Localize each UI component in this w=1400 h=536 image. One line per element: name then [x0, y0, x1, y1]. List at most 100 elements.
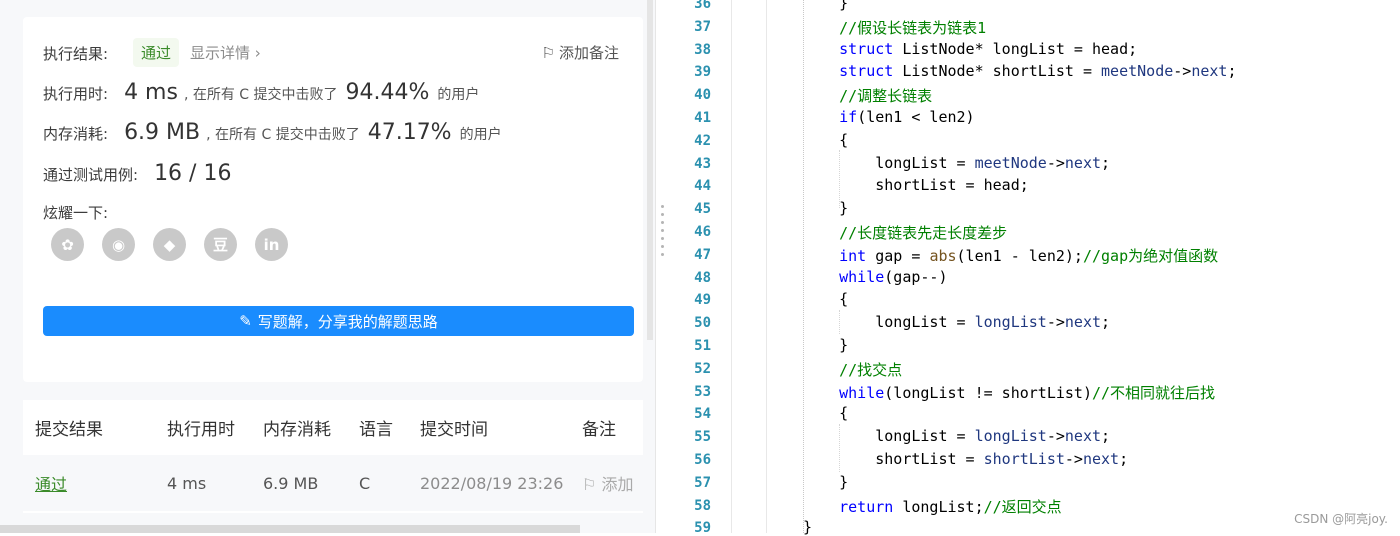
panel-scrollbar[interactable]	[647, 0, 653, 340]
line-number: 48	[694, 269, 711, 286]
grip-dot	[661, 229, 664, 232]
runtime-users: 的用户	[437, 87, 480, 103]
row-language: C	[359, 473, 371, 493]
write-solution-button[interactable]: ✎ 写题解，分享我的解题思路	[43, 306, 634, 336]
line-number: 36	[694, 0, 711, 12]
code-line[interactable]: {	[803, 290, 848, 308]
code-line[interactable]: return longList;//返回交点	[803, 496, 1062, 517]
col-runtime: 执行用时	[167, 420, 235, 440]
grip-dot	[661, 253, 664, 256]
runtime-percent: 94.44%	[345, 80, 430, 105]
douban-icon[interactable]: 豆	[204, 228, 237, 261]
exec-result-label: 执行结果:	[43, 45, 109, 63]
grip-dot	[661, 205, 664, 208]
memory-beat-text: , 在所有 C 提交中击败了	[206, 127, 360, 143]
grip-dot	[661, 245, 664, 248]
code-line[interactable]: struct ListNode* longList = head;	[803, 40, 1137, 58]
line-number: 45	[694, 201, 711, 218]
line-number: 43	[694, 155, 711, 172]
line-number: 59	[694, 520, 711, 536]
code-line[interactable]: longList = longList->next;	[803, 427, 1110, 445]
code-line[interactable]: //假设长链表为链表1	[803, 17, 986, 38]
code-line[interactable]: {	[803, 131, 848, 149]
line-number: 58	[694, 497, 711, 514]
add-note-button[interactable]: ⚐ 添加备注	[542, 42, 619, 63]
add-note-label: 添加备注	[558, 44, 619, 62]
row-memory: 6.9 MB	[263, 473, 319, 493]
line-number: 44	[694, 178, 711, 195]
row-status[interactable]: 通过	[35, 471, 67, 495]
qq-icon[interactable]: ◆	[153, 228, 186, 261]
memory-value: 6.9 MB	[124, 120, 201, 145]
col-note: 备注	[582, 420, 616, 440]
code-line[interactable]: //长度链表先走长度差步	[803, 222, 1007, 243]
line-number: 42	[694, 132, 711, 149]
linkedin-icon[interactable]: in	[255, 228, 288, 261]
flag-icon: ⚐	[582, 475, 602, 494]
grip-dot	[661, 221, 664, 224]
panel-splitter[interactable]	[655, 0, 670, 533]
col-memory: 内存消耗	[263, 420, 331, 440]
weibo-icon[interactable]: ◉	[102, 228, 135, 261]
line-number: 39	[694, 64, 711, 81]
code-line[interactable]: struct ListNode* shortList = meetNode->n…	[803, 62, 1236, 80]
share-buttons: ✿ ◉ ◆ 豆 in	[51, 228, 288, 261]
col-result: 提交结果	[35, 420, 103, 440]
horizontal-scrollbar[interactable]	[0, 525, 580, 533]
code-line[interactable]: {	[803, 404, 848, 422]
code-line[interactable]: //调整长链表	[803, 85, 932, 106]
col-language: 语言	[359, 420, 393, 440]
runtime-value: 4 ms	[124, 80, 178, 105]
watermark: CSDN @阿亮joy.	[1294, 512, 1388, 526]
code-line[interactable]: while(gap--)	[803, 268, 947, 286]
row-add-note-label: 添加	[601, 475, 634, 494]
code-line[interactable]: }	[803, 199, 848, 217]
memory-percent: 47.17%	[367, 120, 452, 145]
code-line[interactable]: }	[803, 518, 812, 536]
row-runtime: 4 ms	[167, 473, 207, 493]
status-badge: 通过	[133, 38, 180, 67]
code-line[interactable]: if(len1 < len2)	[803, 108, 974, 126]
code-line[interactable]: }	[803, 473, 848, 491]
line-number: 49	[694, 292, 711, 309]
memory-users: 的用户	[459, 127, 502, 143]
line-number: 38	[694, 41, 711, 58]
code-line[interactable]: }	[803, 0, 848, 12]
share-label: 炫耀一下:	[43, 204, 109, 222]
code-line[interactable]: int gap = abs(len1 - len2);//gap为绝对值函数	[803, 245, 1218, 266]
runtime-row: 执行用时: 4 ms , 在所有 C 提交中击败了 94.44% 的用户	[43, 80, 479, 105]
grip-dot	[661, 213, 664, 216]
line-number: 40	[694, 87, 711, 104]
code-line[interactable]: longList = longList->next;	[803, 313, 1110, 331]
tests-row: 通过测试用例: 16 / 16	[43, 161, 237, 186]
table-header: 提交结果 执行用时 内存消耗 语言 提交时间 备注	[23, 400, 643, 455]
result-card: 执行结果: 通过 显示详情 › ⚐ 添加备注 执行用时: 4 ms , 在所有 …	[23, 17, 643, 382]
pencil-icon: ✎	[239, 312, 252, 330]
write-solution-label: 写题解，分享我的解题思路	[257, 312, 438, 331]
code-line[interactable]: while(longList != shortList)//不相同就往后找	[803, 382, 1215, 403]
code-line[interactable]: longList = meetNode->next;	[803, 154, 1110, 172]
code-line[interactable]: shortList = shortList->next;	[803, 450, 1128, 468]
table-row[interactable]: 通过 4 ms 6.9 MB C 2022/08/19 23:26 ⚐ 添加	[23, 455, 643, 511]
fold-margin	[732, 0, 767, 533]
wechat-icon[interactable]: ✿	[51, 228, 84, 261]
show-details-link[interactable]: 显示详情 ›	[190, 42, 261, 63]
code-line[interactable]: shortList = head;	[803, 176, 1029, 194]
code-line[interactable]: }	[803, 336, 848, 354]
grip-dot	[661, 237, 664, 240]
line-number: 55	[694, 429, 711, 446]
line-number: 46	[694, 224, 711, 240]
line-number: 47	[694, 246, 711, 263]
flag-icon: ⚐	[541, 43, 555, 62]
tests-label: 通过测试用例:	[43, 166, 139, 184]
runtime-beat-text: , 在所有 C 提交中击败了	[183, 87, 338, 103]
row-add-note[interactable]: ⚐ 添加	[582, 471, 642, 495]
memory-label: 内存消耗:	[43, 125, 109, 143]
line-number: 37	[694, 18, 711, 35]
line-number: 50	[694, 315, 711, 332]
runtime-label: 执行用时:	[43, 85, 109, 103]
line-number: 51	[694, 338, 711, 354]
code-line[interactable]: //找交点	[803, 359, 902, 380]
col-submit-time: 提交时间	[420, 420, 488, 440]
submissions-table: 提交结果 执行用时 内存消耗 语言 提交时间 备注 通过 4 ms 6.9 MB…	[23, 400, 643, 513]
